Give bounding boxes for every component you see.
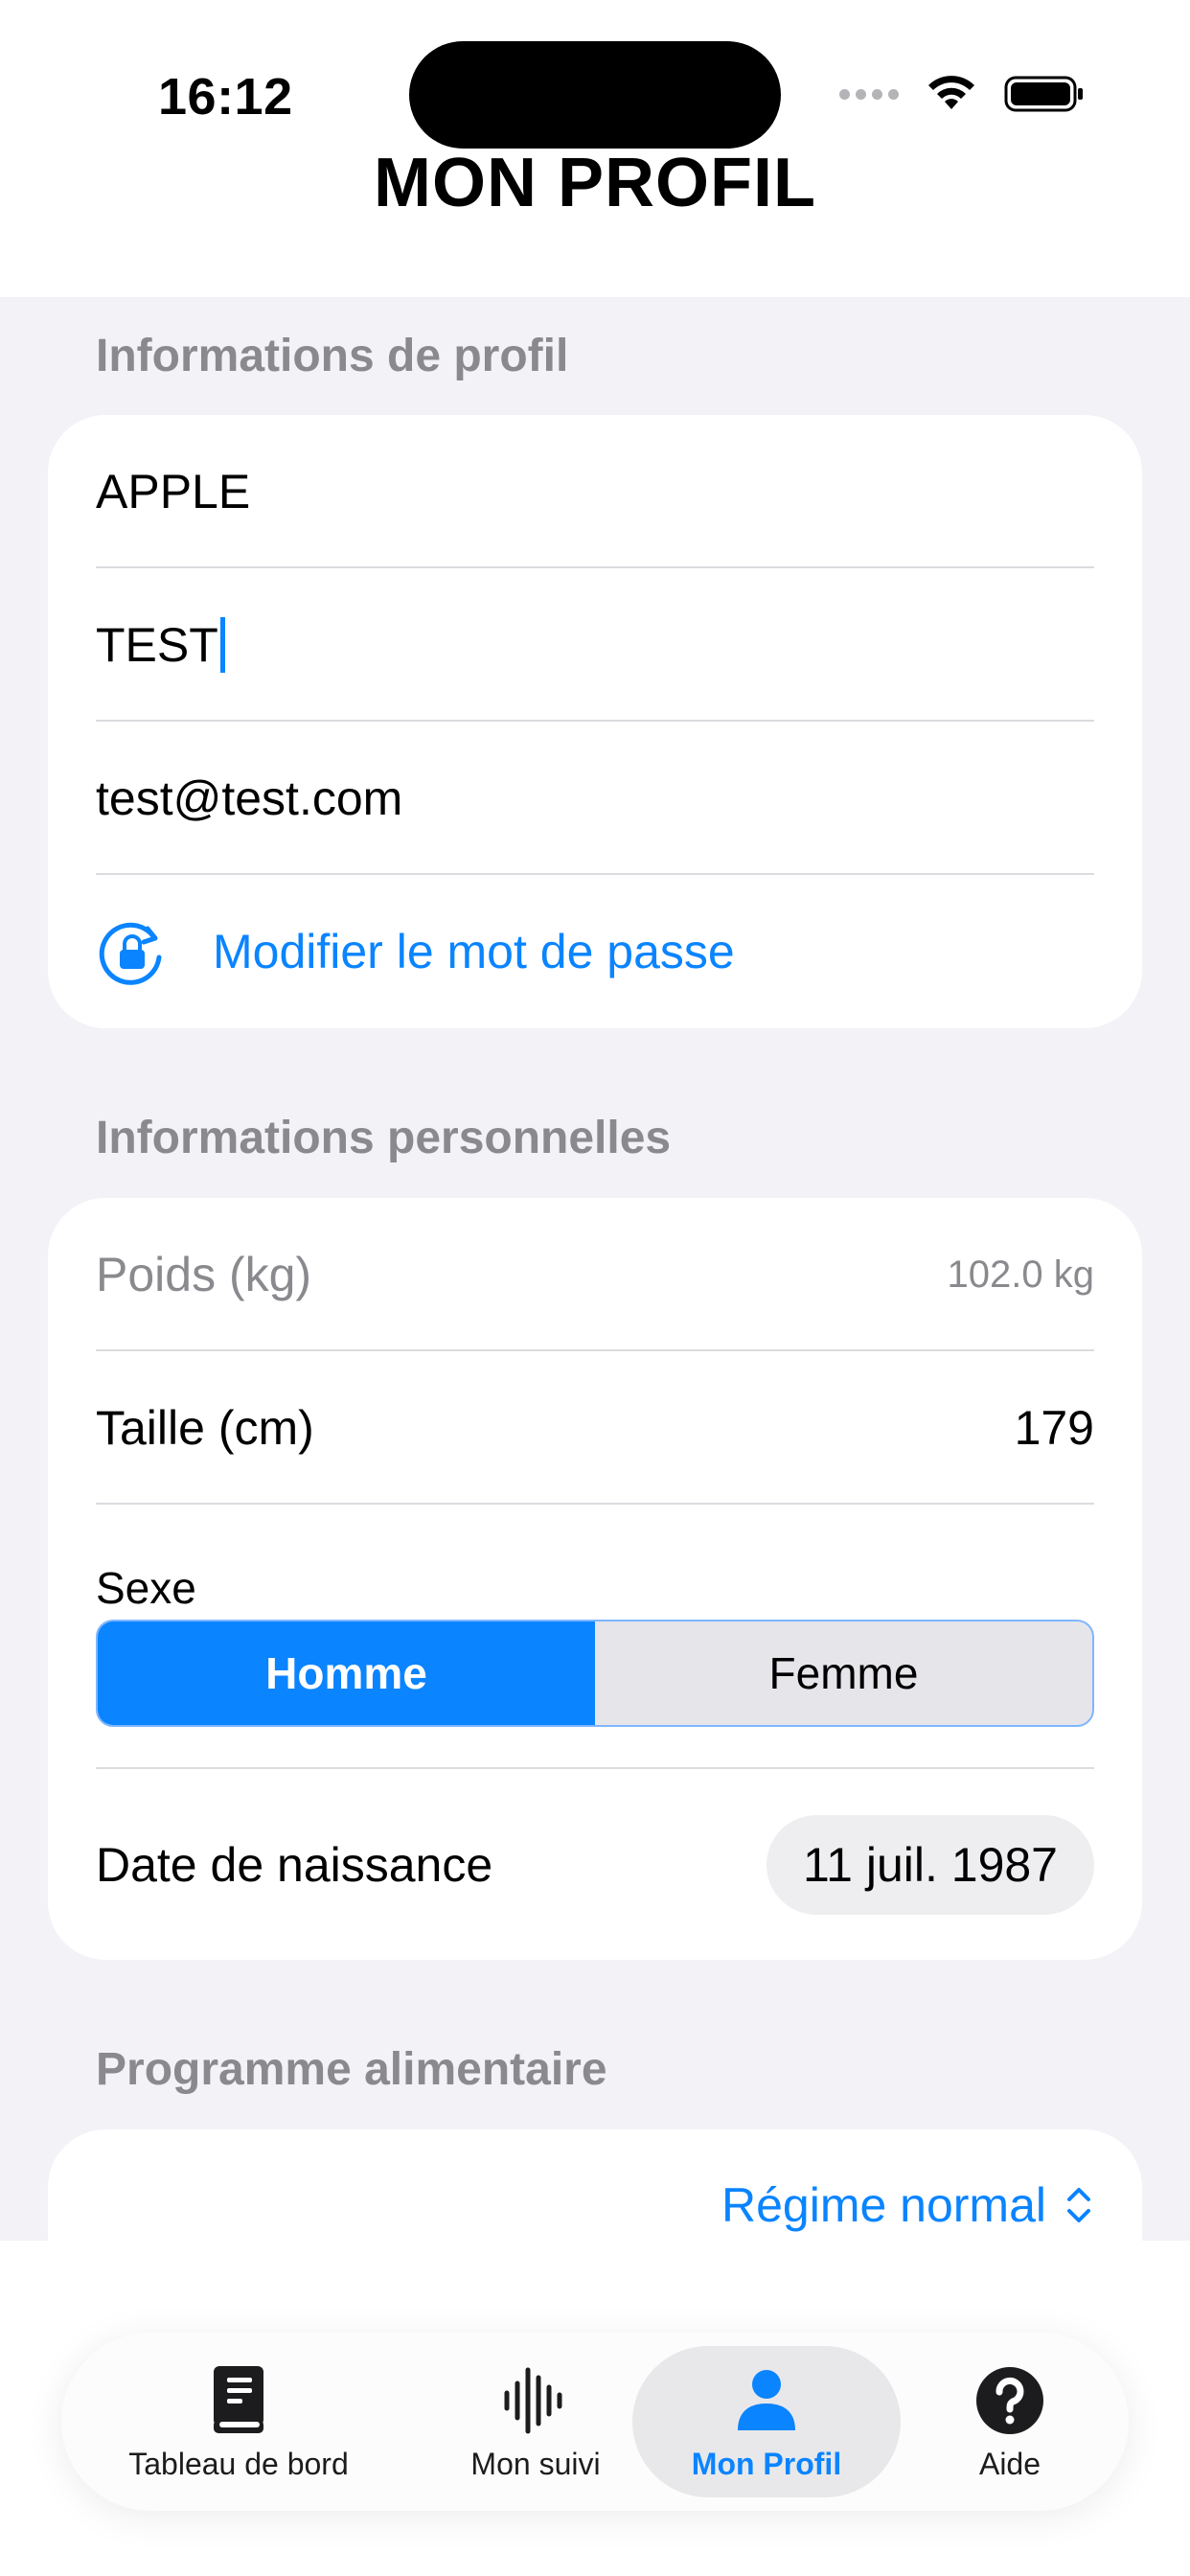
- email-field[interactable]: test@test.com: [96, 722, 1094, 875]
- chevron-up-down-icon: [1067, 2188, 1090, 2222]
- battery-icon: [1004, 76, 1083, 112]
- sex-option-femme[interactable]: Femme: [595, 1622, 1092, 1725]
- diet-section-title: Programme alimentaire: [96, 2044, 607, 2095]
- height-value: 179: [1014, 1401, 1094, 1455]
- change-password-label: Modifier le mot de passe: [213, 925, 735, 978]
- page-title: MON PROFIL: [374, 145, 816, 221]
- header: 16:12 MON PROFIL: [0, 0, 1190, 297]
- weight-label: Poids (kg): [96, 1248, 312, 1301]
- height-label: Taille (cm): [96, 1401, 314, 1455]
- question-icon: [974, 2362, 1045, 2439]
- profile-section-title: Informations de profil: [96, 331, 569, 381]
- book-icon: [208, 2362, 269, 2439]
- profile-card: APPLE TEST test@test.com Modifier le mot…: [48, 415, 1142, 1028]
- last-name-field[interactable]: APPLE: [96, 415, 1094, 568]
- tab-area: Tableau de bord Mon suivi Mon Profil Aid…: [0, 2241, 1190, 2576]
- waveform-icon: [502, 2362, 569, 2439]
- dynamic-island: [409, 41, 781, 149]
- person-icon: [735, 2362, 798, 2439]
- status-time: 16:12: [158, 68, 293, 126]
- email-value: test@test.com: [96, 771, 403, 825]
- height-row[interactable]: Taille (cm) 179: [96, 1351, 1094, 1505]
- change-password-button[interactable]: Modifier le mot de passe: [96, 875, 1094, 1028]
- diet-picker[interactable]: Régime normal: [721, 2177, 1094, 2233]
- first-name-field[interactable]: TEST: [96, 568, 1094, 722]
- tab-label: Tableau de bord: [128, 2446, 349, 2481]
- tab-label: Mon suivi: [470, 2446, 601, 2481]
- weight-value: 102.0 kg: [947, 1253, 1094, 1296]
- sex-segmented-control: Homme Femme: [96, 1620, 1094, 1727]
- first-name-value: TEST: [96, 618, 218, 672]
- last-name-value: APPLE: [96, 465, 251, 518]
- personal-card: Poids (kg) 102.0 kg Taille (cm) 179 Sexe…: [48, 1198, 1142, 1960]
- tab-bar: Tableau de bord Mon suivi Mon Profil Aid…: [61, 2333, 1129, 2511]
- birthdate-picker[interactable]: 11 juil. 1987: [767, 1815, 1094, 1915]
- tab-mon-profil[interactable]: Mon Profil: [632, 2346, 901, 2497]
- tab-tableau-de-bord[interactable]: Tableau de bord: [80, 2346, 397, 2497]
- text-caret: [219, 617, 225, 673]
- status-icons: [839, 75, 1085, 113]
- diet-picker-value: Régime normal: [721, 2178, 1046, 2232]
- weight-row[interactable]: Poids (kg) 102.0 kg: [96, 1198, 1094, 1351]
- birthdate-row: Date de naissance 11 juil. 1987: [96, 1769, 1094, 1961]
- tab-label: Mon Profil: [691, 2446, 842, 2481]
- birthdate-label: Date de naissance: [96, 1838, 493, 1892]
- sex-label: Sexe: [96, 1563, 196, 1613]
- cellular-signal-icon: [839, 88, 899, 100]
- lock-rotation-icon: [99, 922, 162, 985]
- tab-mon-suivi[interactable]: Mon suivi: [425, 2346, 646, 2497]
- personal-section-title: Informations personnelles: [96, 1113, 672, 1163]
- tab-aide[interactable]: Aide: [924, 2346, 1096, 2497]
- wifi-icon: [928, 76, 974, 109]
- tab-label: Aide: [978, 2446, 1041, 2481]
- sex-option-homme[interactable]: Homme: [98, 1622, 595, 1725]
